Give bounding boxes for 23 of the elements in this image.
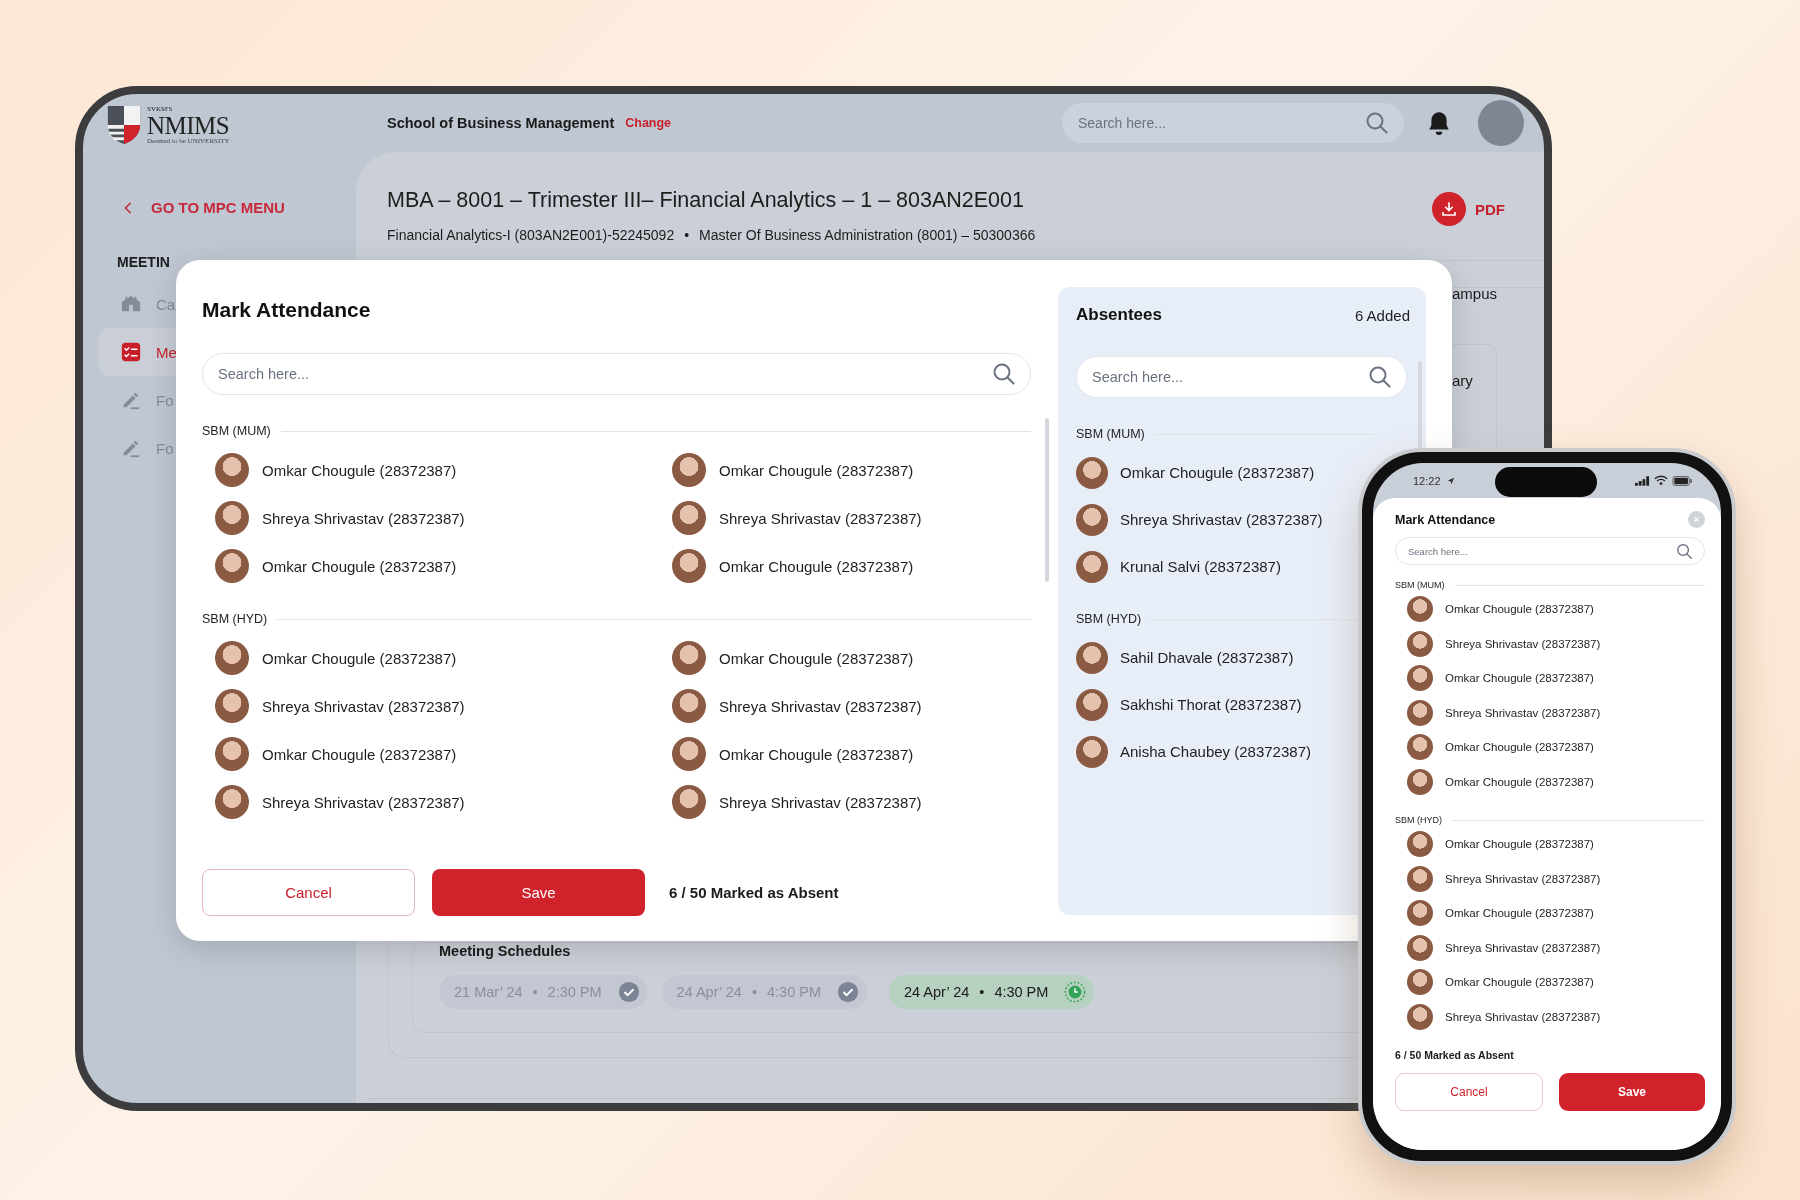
section-heading: MEETIN: [117, 254, 171, 270]
absent-summary: 6 / 50 Marked as Absent: [669, 884, 839, 901]
school-name: School of Business Management: [387, 115, 615, 131]
bullet: •: [684, 227, 690, 243]
section-title: Meeting Schedules: [439, 943, 571, 959]
group-label: SBM (HYD): [1395, 815, 1442, 825]
page-title: MBA – 8001 – Trimester III– Financial Analytics – 1 – 803AN2E001: [387, 188, 1025, 213]
card-text: ary: [1452, 372, 1473, 389]
panel-title: Absentees: [1076, 305, 1162, 325]
course-code: Financial Analytics-I (803AN2E001)-52245092: [387, 227, 675, 243]
dialog-title: Mark Attendance: [1395, 512, 1496, 527]
group-label: SBM (MUM): [1395, 580, 1445, 590]
group-label: SBM (MUM): [202, 424, 271, 438]
group-label: SBM (MUM): [1076, 427, 1145, 441]
absent-summary: 6 / 50 Marked as Absent: [1395, 1049, 1515, 1061]
added-count: 6 Added: [1354, 306, 1410, 324]
status-time: 12:22: [1413, 474, 1441, 487]
group-label: SBM (HYD): [1076, 612, 1142, 626]
dialog-title: Mark Attendance: [202, 297, 372, 323]
program-code: Master Of Business Administration (8001) – 50300366: [699, 227, 1036, 243]
logo-text: NMIMS: [147, 112, 230, 138]
card-text: ampus: [1452, 285, 1498, 302]
group-label: SBM (HYD): [202, 612, 268, 626]
